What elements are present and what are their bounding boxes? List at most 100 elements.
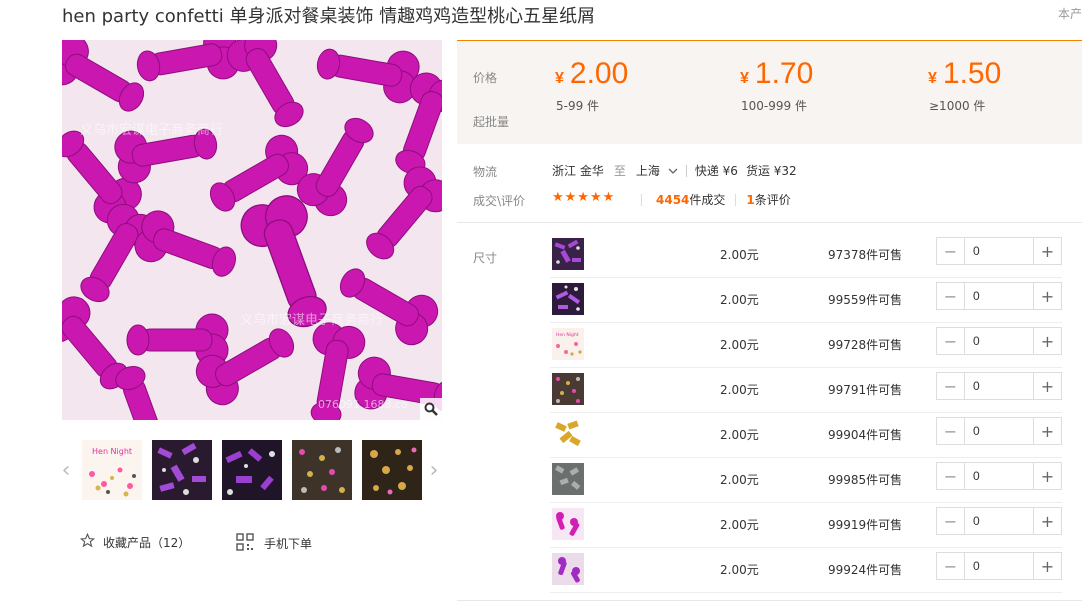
minus-icon[interactable]: − (937, 418, 965, 444)
price-value: 2.00 (569, 57, 629, 90)
main-product-image[interactable]: 义乌市宏谋电子商务商行 义乌市宏谋电子商务商行 076091.1688.co (62, 40, 442, 420)
plus-icon[interactable]: + (1033, 418, 1061, 444)
price-tier-1: ¥2.00 (555, 57, 628, 91)
sku-thumbnail[interactable] (552, 283, 584, 315)
deal-stats: 4454 件成交 1条评价 (641, 191, 791, 208)
sku-stock: 99791件可售 (828, 383, 903, 397)
quantity-input[interactable] (965, 238, 1033, 264)
reviews-label: 成交\评价 (473, 194, 526, 208)
price-qty: 5-99 件 (556, 99, 600, 113)
quantity-stepper: −+ (936, 417, 1062, 445)
sku-row: 2.00元99985件可售−+ (550, 458, 1062, 503)
sku-row: 2.00元 97378件可售 − + (550, 233, 1062, 278)
divider (457, 600, 1082, 601)
watermark-url: 076091.1688.co (318, 398, 408, 411)
plus-icon[interactable]: + (1033, 463, 1061, 489)
sku-stock: 99919件可售 (828, 518, 903, 532)
quantity-input[interactable] (965, 463, 1033, 489)
minus-icon[interactable]: − (937, 328, 965, 354)
plus-icon[interactable]: + (1033, 553, 1061, 579)
sku-stock: 97378件可售 (828, 248, 903, 262)
rating-stars: ★★★★★ (552, 190, 616, 205)
price-tier-3: ¥1.50 (928, 57, 1001, 91)
thumbnail-purple-mix-2[interactable] (222, 440, 282, 500)
sku-row: Hen Night2.00元99728件可售−+ (550, 323, 1062, 368)
minus-icon[interactable]: − (937, 508, 965, 534)
thumbnail-next-icon[interactable]: › (428, 456, 440, 484)
express-fee: 快递 ¥6 (694, 164, 738, 178)
review-count: 1 (746, 193, 755, 207)
quantity-stepper: −+ (936, 372, 1062, 400)
currency-symbol: ¥ (740, 70, 749, 87)
quantity-stepper: −+ (936, 327, 1062, 355)
sku-stock: 99728件可售 (828, 338, 903, 352)
mobile-order-label: 手机下单 (264, 537, 313, 551)
plus-icon[interactable]: + (1033, 373, 1061, 399)
quantity-stepper: −+ (936, 282, 1062, 310)
plus-icon[interactable]: + (1033, 508, 1061, 534)
divider (457, 222, 1082, 223)
review-link[interactable]: 1条评价 (746, 191, 790, 208)
minus-icon[interactable]: − (937, 238, 965, 264)
price-value: 1.50 (942, 57, 1002, 90)
batch-label: 起批量 (473, 115, 510, 129)
price-label: 价格 (473, 71, 498, 85)
price-qty: ≥1000 件 (929, 99, 986, 113)
thumbnail-prev-icon[interactable]: ‹ (60, 456, 72, 484)
quantity-input[interactable] (965, 418, 1033, 444)
quantity-input[interactable] (965, 328, 1033, 354)
favorite-label: 收藏产品（12） (103, 535, 191, 550)
freight-fee: 货运 ¥32 (745, 164, 797, 178)
thumbnail-purple-mix[interactable] (152, 440, 212, 500)
sku-thumbnail[interactable] (552, 508, 584, 540)
thumbnail-gold-mix[interactable] (362, 440, 422, 500)
sku-thumbnail[interactable] (552, 373, 584, 405)
thumbnail-strip: ‹ Hen Night › (62, 440, 442, 502)
plus-icon[interactable]: + (1033, 238, 1061, 264)
sku-row: 2.00元99559件可售−+ (550, 278, 1062, 323)
minus-icon[interactable]: − (937, 553, 965, 579)
quantity-stepper: −+ (936, 552, 1062, 580)
zoom-icon[interactable] (420, 398, 442, 420)
plus-icon[interactable]: + (1033, 283, 1061, 309)
quantity-input[interactable] (965, 373, 1033, 399)
logistics-info: 浙江 金华 至 上海 快递 ¥6 货运 ¥32 (552, 162, 797, 179)
watermark-text: 义乌市宏谋电子商务商行 (240, 312, 383, 328)
sku-thumbnail[interactable] (552, 463, 584, 495)
destination-select[interactable]: 上海 (636, 162, 678, 179)
minus-icon[interactable]: − (937, 463, 965, 489)
plus-icon[interactable]: + (1033, 328, 1061, 354)
svg-text:Hen Night: Hen Night (92, 447, 132, 456)
quantity-input[interactable] (965, 553, 1033, 579)
sku-thumbnail[interactable] (552, 418, 584, 450)
sku-thumbnail[interactable] (552, 238, 584, 270)
sku-price: 2.00元 (720, 293, 759, 307)
quantity-input[interactable] (965, 508, 1033, 534)
quantity-input[interactable] (965, 283, 1033, 309)
sku-stock: 99559件可售 (828, 293, 903, 307)
sku-price: 2.00元 (720, 248, 759, 262)
sku-thumbnail[interactable] (552, 553, 584, 585)
deal-count: 4454 (656, 192, 690, 207)
sku-stock: 99904件可售 (828, 428, 903, 442)
star-outline-icon (79, 532, 96, 551)
chevron-down-icon (668, 164, 678, 178)
product-title: hen party confetti 单身派对餐桌装饰 情趣鸡鸡造型桃心五星纸屑 (62, 6, 596, 27)
thumbnail-hen-night[interactable]: Hen Night (82, 440, 142, 500)
sku-price: 2.00元 (720, 338, 759, 352)
minus-icon[interactable]: − (937, 373, 965, 399)
favorite-button[interactable]: 收藏产品（12） (79, 532, 191, 551)
minus-icon[interactable]: − (937, 283, 965, 309)
review-suffix: 条评价 (754, 193, 791, 207)
quantity-stepper: −+ (936, 507, 1062, 535)
currency-symbol: ¥ (928, 70, 937, 87)
mobile-order-button[interactable]: 手机下单 (236, 533, 312, 554)
sku-stock: 99985件可售 (828, 473, 903, 487)
thumbnail-multicolor[interactable] (292, 440, 352, 500)
logistics-label: 物流 (473, 165, 498, 179)
corner-link[interactable]: 本产 (1058, 5, 1082, 22)
sku-label: 尺寸 (473, 251, 498, 265)
price-tier-2: ¥1.70 (740, 57, 813, 91)
price-qty: 100-999 件 (741, 99, 807, 113)
sku-thumbnail[interactable]: Hen Night (552, 328, 584, 360)
